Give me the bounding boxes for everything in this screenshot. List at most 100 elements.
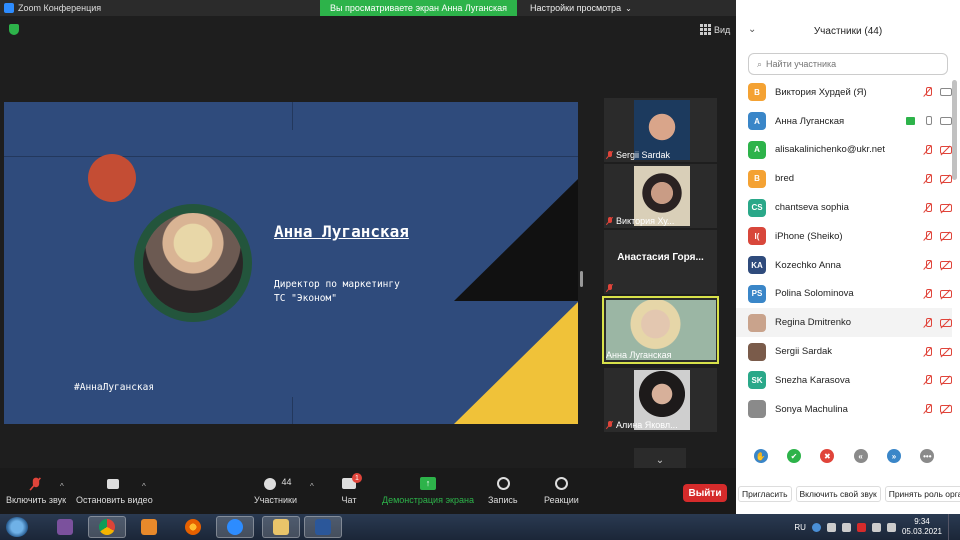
mic-muted-icon bbox=[923, 346, 932, 357]
video-thumbnail[interactable]: Алина Яковл... bbox=[604, 368, 717, 432]
slower-icon[interactable]: « bbox=[853, 449, 868, 463]
video-options-caret[interactable]: ^ bbox=[142, 482, 146, 491]
participant-avatar: PS bbox=[748, 284, 766, 303]
participant-row[interactable]: I(iPhone (Sheiko) bbox=[736, 222, 952, 251]
mic-icon bbox=[923, 116, 932, 126]
participant-row[interactable]: Regina Dmitrenko bbox=[736, 308, 952, 338]
show-desktop-button[interactable] bbox=[948, 514, 956, 540]
mic-muted-icon bbox=[923, 87, 932, 97]
slide-speaker-role: Директор по маркетингу ТС "Эконом" bbox=[274, 278, 400, 306]
chevron-down-icon[interactable]: ⌄ bbox=[748, 24, 756, 35]
participant-search[interactable]: ⌕ bbox=[748, 53, 948, 75]
help-icon[interactable] bbox=[811, 522, 821, 532]
reactions-smiley-icon bbox=[552, 477, 570, 491]
shared-screen-slide: Анна Луганская Директор по маркетингу ТС… bbox=[4, 102, 578, 424]
participant-name: alisakalinichenko@ukr.net bbox=[775, 144, 885, 156]
participants-count: 44 bbox=[281, 477, 292, 487]
unmute-me-button[interactable]: Включить свой звук bbox=[795, 486, 881, 502]
participant-row[interactable]: Sergii Sardak bbox=[736, 337, 952, 366]
claim-host-button[interactable]: Принять роль орга bbox=[884, 486, 960, 502]
participant-name: chantseva sophia bbox=[775, 202, 849, 214]
chat-button[interactable]: 1 Чат bbox=[340, 468, 362, 514]
participant-status bbox=[923, 231, 952, 241]
share-banner: Вы просматриваете экран Анна Луганская bbox=[320, 0, 517, 16]
participant-list-scrollbar[interactable] bbox=[952, 80, 957, 180]
taskbar-zoom[interactable] bbox=[216, 516, 254, 538]
more-icon[interactable]: ••• bbox=[920, 449, 935, 463]
slide-gridline bbox=[292, 102, 293, 130]
no-icon[interactable]: ✖ bbox=[820, 449, 835, 463]
taskbar-explorer[interactable] bbox=[262, 516, 300, 538]
mic-muted-icon bbox=[923, 144, 932, 155]
taskbar-firefox[interactable] bbox=[174, 516, 212, 538]
taskbar-media-player[interactable] bbox=[130, 516, 168, 538]
participant-row[interactable]: Aalisakalinichenko@ukr.net bbox=[736, 136, 952, 165]
taskbar-chrome[interactable] bbox=[88, 516, 126, 538]
video-thumbnail[interactable]: Sergii Sardak bbox=[604, 98, 717, 162]
thumbnail-name: Виктория Ху... bbox=[616, 216, 675, 226]
video-thumbnail[interactable]: Виктория Ху... bbox=[604, 164, 717, 228]
view-settings-button[interactable]: Настройки просмотра ⌄ bbox=[530, 0, 632, 16]
thumbnail-label bbox=[606, 284, 614, 292]
participant-avatar: B bbox=[748, 169, 766, 188]
share-screen-button[interactable]: ↑ Демонстрация экрана bbox=[382, 468, 474, 514]
participant-status bbox=[923, 202, 952, 213]
network-icon[interactable] bbox=[871, 522, 881, 532]
yes-icon[interactable]: ✔ bbox=[786, 449, 801, 463]
video-off-icon bbox=[940, 289, 952, 298]
reactions-button[interactable]: Реакции bbox=[544, 468, 579, 514]
participant-row[interactable]: Sonya Machulina bbox=[736, 395, 952, 424]
participant-status bbox=[923, 144, 952, 155]
media-player-icon bbox=[141, 519, 157, 535]
volume-icon[interactable] bbox=[886, 522, 896, 532]
role-line-2: ТС "Эконом" bbox=[274, 293, 337, 304]
meeting-area: Вид Анна Луганская Директор по маркетинг… bbox=[0, 16, 736, 472]
invite-button[interactable]: Пригласить bbox=[738, 486, 792, 502]
firefox-icon bbox=[185, 519, 201, 535]
tray-flag-icon[interactable] bbox=[856, 522, 866, 532]
faster-icon[interactable]: » bbox=[886, 449, 901, 463]
participant-row[interactable]: В Виктория Хурдей (Я) bbox=[736, 78, 952, 107]
split-handle[interactable] bbox=[580, 271, 583, 287]
leave-meeting-button[interactable]: Выйти bbox=[683, 484, 727, 502]
unmute-button[interactable]: Включить звук bbox=[6, 468, 66, 514]
participant-row[interactable]: SK Snezha Karasova bbox=[736, 366, 952, 395]
participant-status bbox=[923, 260, 952, 270]
search-input[interactable] bbox=[766, 59, 937, 69]
participant-row[interactable]: KA Kozechko Anna bbox=[736, 251, 952, 280]
clock[interactable]: 9:34 05.03.2021 bbox=[902, 517, 942, 537]
video-thumbnail[interactable]: Анастасия Горя... bbox=[604, 230, 717, 294]
tray-icon[interactable] bbox=[841, 522, 851, 532]
audio-options-caret[interactable]: ^ bbox=[60, 482, 64, 491]
raise-hand-icon[interactable]: ✋ bbox=[753, 449, 768, 463]
stop-video-button[interactable]: Остановить видео bbox=[76, 468, 153, 514]
record-button[interactable]: Запись bbox=[488, 468, 518, 514]
participant-row[interactable]: PS Polina Solominova bbox=[736, 280, 952, 309]
mic-muted-icon bbox=[923, 260, 932, 270]
panel-header: ⌄ Участники (44) bbox=[736, 16, 960, 46]
participants-button[interactable]: 44 Участники bbox=[254, 468, 297, 514]
participant-row[interactable]: CS chantseva sophia bbox=[736, 193, 952, 222]
mic-muted-icon bbox=[606, 151, 614, 159]
start-button[interactable] bbox=[6, 517, 28, 537]
zoom-window: Zoom Конференция Вы просматриваете экран… bbox=[0, 0, 960, 540]
participants-options-caret[interactable]: ^ bbox=[310, 482, 314, 491]
language-indicator[interactable]: RU bbox=[794, 523, 806, 532]
participant-row[interactable]: А Анна Луганская bbox=[736, 107, 952, 136]
participant-name: Kozechko Anna bbox=[775, 259, 842, 271]
thumbnail-label: Анна Луганская bbox=[606, 350, 672, 360]
video-thumbnail-active-speaker[interactable]: Анна Луганская bbox=[602, 296, 719, 364]
thumbnail-name: Анна Луганская bbox=[606, 350, 672, 360]
taskbar-viber[interactable] bbox=[46, 516, 84, 538]
speaker-photo-frame bbox=[134, 204, 252, 322]
security-shield-icon[interactable] bbox=[9, 24, 19, 35]
view-button-label: Вид bbox=[714, 24, 731, 35]
participant-status bbox=[923, 317, 952, 328]
view-button[interactable]: Вид bbox=[700, 24, 730, 35]
word-icon bbox=[315, 519, 331, 535]
folder-icon bbox=[273, 519, 289, 535]
taskbar-word[interactable] bbox=[304, 516, 342, 538]
tray-arrow-icon[interactable] bbox=[826, 522, 836, 532]
viber-icon bbox=[57, 519, 73, 535]
participant-row[interactable]: Bbred bbox=[736, 164, 952, 193]
